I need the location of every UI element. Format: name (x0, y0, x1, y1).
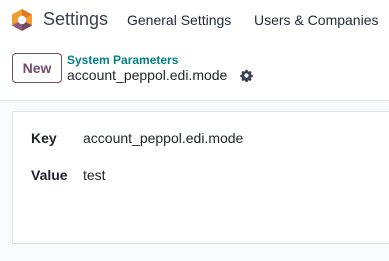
menu-general-settings[interactable]: General Settings (127, 12, 231, 28)
settings-app-logo-icon[interactable] (11, 8, 33, 32)
record-title: account_peppol.edi.mode (67, 67, 228, 83)
form-sheet: Key account_peppol.edi.mode Value test (12, 111, 389, 244)
value-field[interactable]: test (83, 167, 106, 183)
top-navbar: Settings General Settings Users & Compan… (0, 0, 389, 40)
menu-users-companies[interactable]: Users & Companies (254, 12, 379, 28)
new-button[interactable]: New (12, 53, 62, 83)
key-field[interactable]: account_peppol.edi.mode (83, 130, 243, 146)
key-label: Key (31, 130, 57, 146)
app-name[interactable]: Settings (43, 9, 108, 30)
gear-icon[interactable] (240, 69, 253, 82)
value-label: Value (31, 167, 68, 183)
control-panel: New System Parameters account_peppol.edi… (0, 40, 389, 101)
breadcrumb-system-parameters[interactable]: System Parameters (67, 53, 178, 67)
